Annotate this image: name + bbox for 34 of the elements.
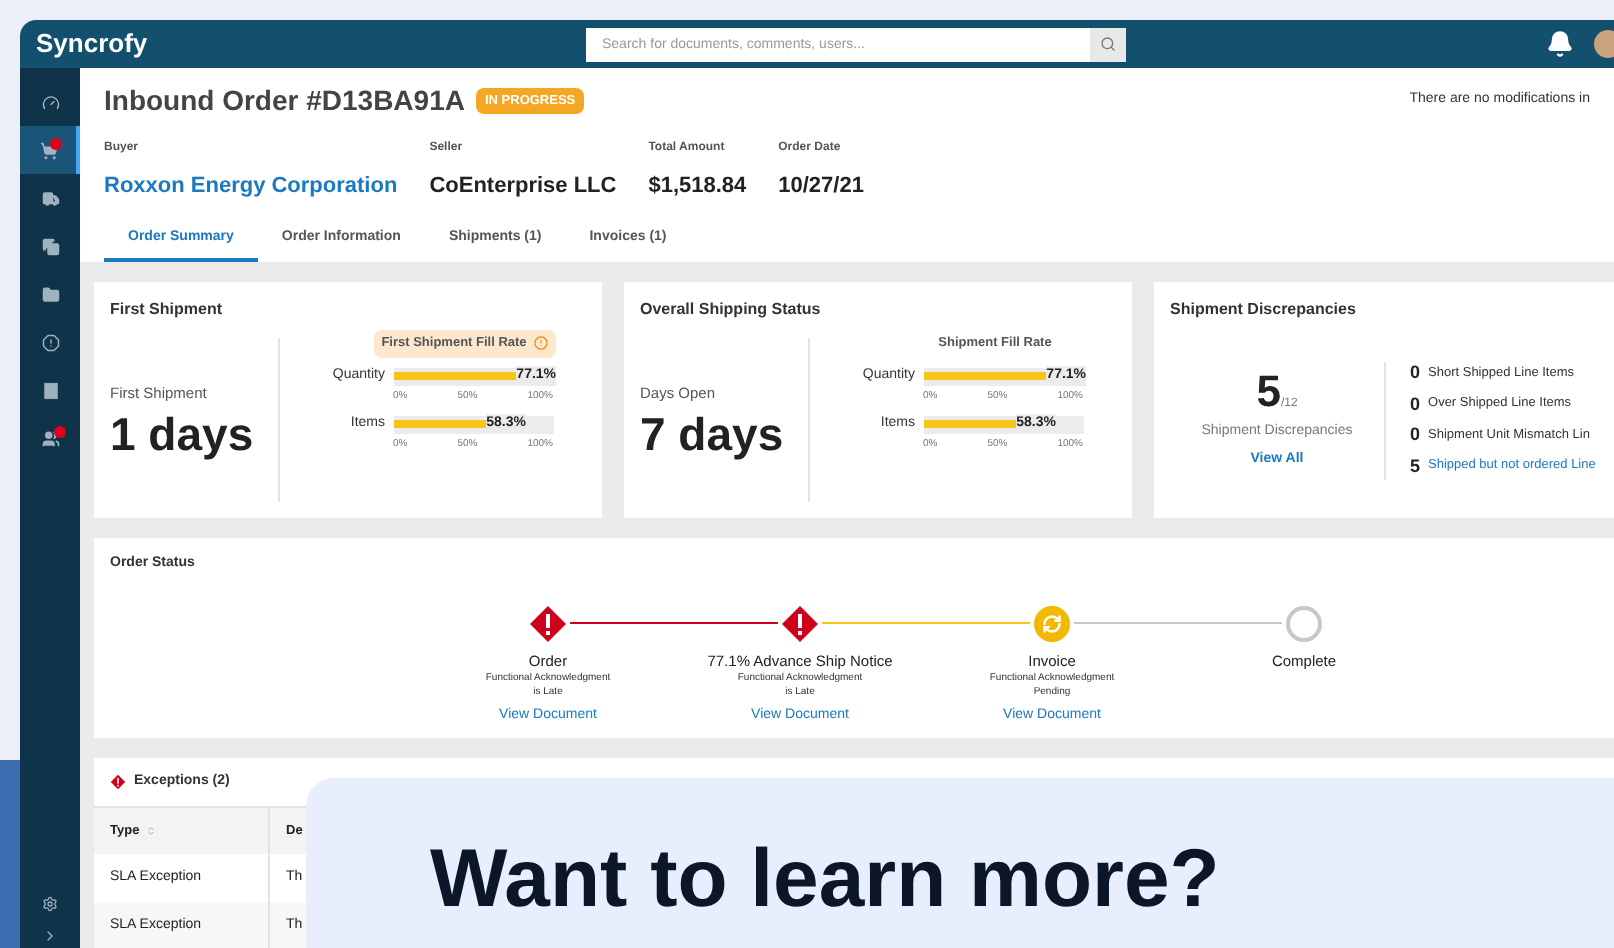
gauge-icon [41,93,59,111]
stat-value: 1 days [110,412,256,459]
sidebar-item[interactable] [20,126,80,174]
folder-icon [41,285,59,303]
logo: Syncrofy [36,26,150,63]
discrepancy-item-count: 0 [1410,360,1421,386]
field-value[interactable]: Roxxon Energy Corporation [104,170,398,203]
card-title: Overall Shipping Status [640,298,823,322]
discrepancy-item-count: 0 [1410,391,1421,417]
documents-icon [41,237,59,255]
alert-badge [54,426,66,438]
field-value: $1,518.84 [648,172,747,202]
stat-value: 7 days [640,412,786,459]
settings-icon[interactable] [42,896,58,912]
order-title: Inbound Order #D13BA91A [104,82,465,120]
search-button[interactable] [1090,27,1126,61]
alert-badge [50,138,62,150]
card-title: First Shipment [110,298,225,322]
receipt-icon [41,381,59,399]
search-icon[interactable] [1100,36,1116,52]
field-value: CoEnterprise LLC [429,172,617,202]
chevron-icon[interactable] [42,928,58,944]
field-value: 10/27/21 [778,172,864,202]
discrepancy-count: 5 [1256,369,1281,413]
discrepancy-item-count: 5 [1410,453,1421,479]
warning-icon [534,336,549,351]
truck-icon [41,189,59,207]
card-title: Shipment Discrepancies [1170,298,1358,322]
cart-icon [39,141,57,159]
avatar[interactable] [1594,30,1614,58]
discrepancy-item-count: 0 [1410,422,1421,448]
bell-icon[interactable] [1546,30,1574,58]
promo-heading: Want to learn more? [430,832,1220,924]
people-icon [41,429,59,447]
